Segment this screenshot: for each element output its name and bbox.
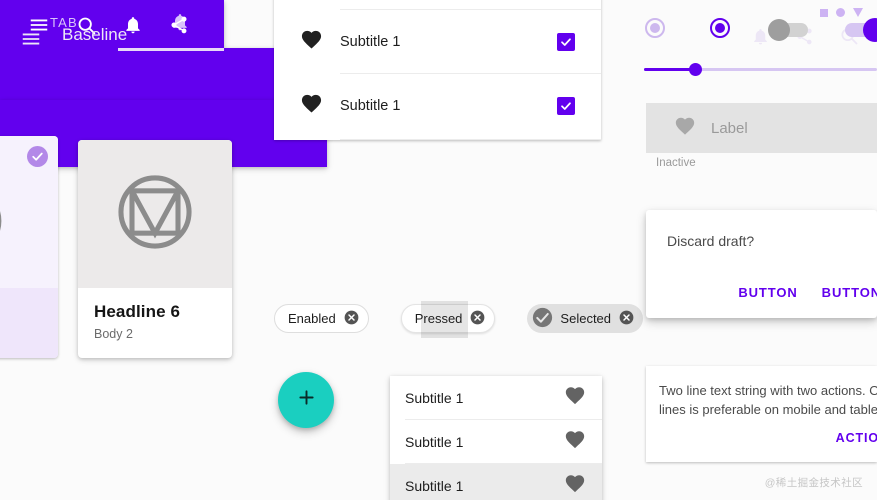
heart-icon[interactable] [300, 92, 323, 120]
list-item[interactable]: Subtitle 1 [274, 74, 601, 138]
heart-icon[interactable] [300, 28, 323, 56]
material-logo-icon [0, 178, 10, 269]
share-icon[interactable] [169, 15, 189, 40]
close-icon[interactable] [619, 310, 634, 328]
radio-button-active[interactable] [710, 18, 730, 38]
card-selected[interactable] [0, 136, 58, 358]
list-item-label: Subtitle 1 [340, 98, 401, 114]
divider [340, 139, 601, 140]
card-main-body: Headline 6 Body 2 [78, 288, 232, 341]
list-item[interactable]: Subtitle 1 [390, 464, 602, 500]
list-item-label: Subtitle 1 [340, 34, 401, 50]
switch-thumb [863, 18, 877, 42]
chip-label: Enabled [288, 311, 336, 326]
list-item[interactable]: Subtitle 1 [390, 376, 602, 420]
material-components-showcase: TAB Headline 6 Body 2 Subtitle 1 Subtitl… [0, 0, 877, 500]
list-top: Subtitle 1 Subtitle 1 [274, 0, 601, 140]
floating-action-button[interactable] [278, 372, 334, 428]
selection-controls [640, 8, 877, 48]
inactive-button[interactable]: Label [646, 103, 877, 153]
material-logo-icon [109, 166, 201, 263]
menu-icon[interactable] [20, 28, 42, 55]
chip-pressed[interactable]: Pressed [400, 301, 496, 338]
list-item-label: Subtitle 1 [405, 478, 464, 494]
card-headline: Headline 6 [94, 302, 181, 321]
card-body-text: Body 2 [94, 327, 133, 341]
close-icon[interactable] [344, 310, 359, 328]
slider[interactable] [644, 63, 877, 76]
list-item-label: Subtitle 1 [405, 434, 464, 450]
switch-thumb [768, 19, 790, 41]
checkbox-checked[interactable] [557, 33, 575, 51]
snackbar-line-2: lines is preferable on mobile and tablet… [659, 402, 877, 417]
card-main-media [78, 140, 232, 288]
radio-dot [650, 23, 660, 33]
dialog-button-1[interactable]: BUTTON [738, 285, 797, 300]
chip-selected[interactable]: Selected [527, 304, 644, 333]
switch-off[interactable] [768, 19, 808, 41]
dialog: Discard draft? BUTTON BUTTON [646, 210, 877, 318]
dialog-title: Discard draft? [667, 233, 755, 249]
heart-icon[interactable] [564, 429, 586, 456]
snackbar-action-button[interactable]: ACTION [836, 431, 877, 445]
radio-button-inactive[interactable] [645, 18, 665, 38]
plus-icon [296, 387, 317, 413]
tab-indicator-track [118, 48, 224, 51]
tab-indicator [0, 48, 118, 51]
heart-icon [674, 115, 696, 142]
check-circle-icon[interactable] [27, 146, 48, 167]
list-bottom: Subtitle 1 Subtitle 1 Subtitle 1 [390, 376, 602, 500]
app-bar-title: Baseline [62, 25, 128, 44]
switch-on[interactable] [845, 18, 877, 42]
inactive-button-label: Label [711, 119, 748, 137]
list-item[interactable]: Subtitle 1 [390, 420, 602, 464]
heart-icon[interactable] [564, 473, 586, 500]
chip-group: Enabled Pressed Selected [274, 301, 644, 338]
dialog-actions: BUTTON BUTTON [738, 285, 877, 300]
inactive-caption: Inactive [656, 157, 696, 169]
chip-label: Pressed [414, 311, 463, 326]
card-selected-body [0, 288, 58, 358]
snackbar: Two line text string with two actions. O… [646, 366, 877, 462]
radio-dot [715, 23, 725, 33]
list-item[interactable]: Subtitle 1 [274, 10, 601, 74]
heart-icon[interactable] [564, 385, 586, 412]
list-item-label: Subtitle 1 [405, 390, 464, 406]
snackbar-line-1: Two line text string with two actions. O… [659, 383, 877, 398]
dialog-button-2[interactable]: BUTTON [822, 285, 877, 300]
chip-enabled[interactable]: Enabled [274, 304, 369, 333]
checkbox-checked[interactable] [557, 97, 575, 115]
card-main[interactable]: Headline 6 Body 2 [78, 140, 232, 358]
close-icon[interactable] [470, 310, 485, 328]
slider-thumb[interactable] [689, 63, 702, 76]
watermark: @稀土掘金技术社区 [764, 477, 863, 489]
chip-label: Selected [560, 311, 612, 326]
check-circle-icon [532, 307, 553, 331]
